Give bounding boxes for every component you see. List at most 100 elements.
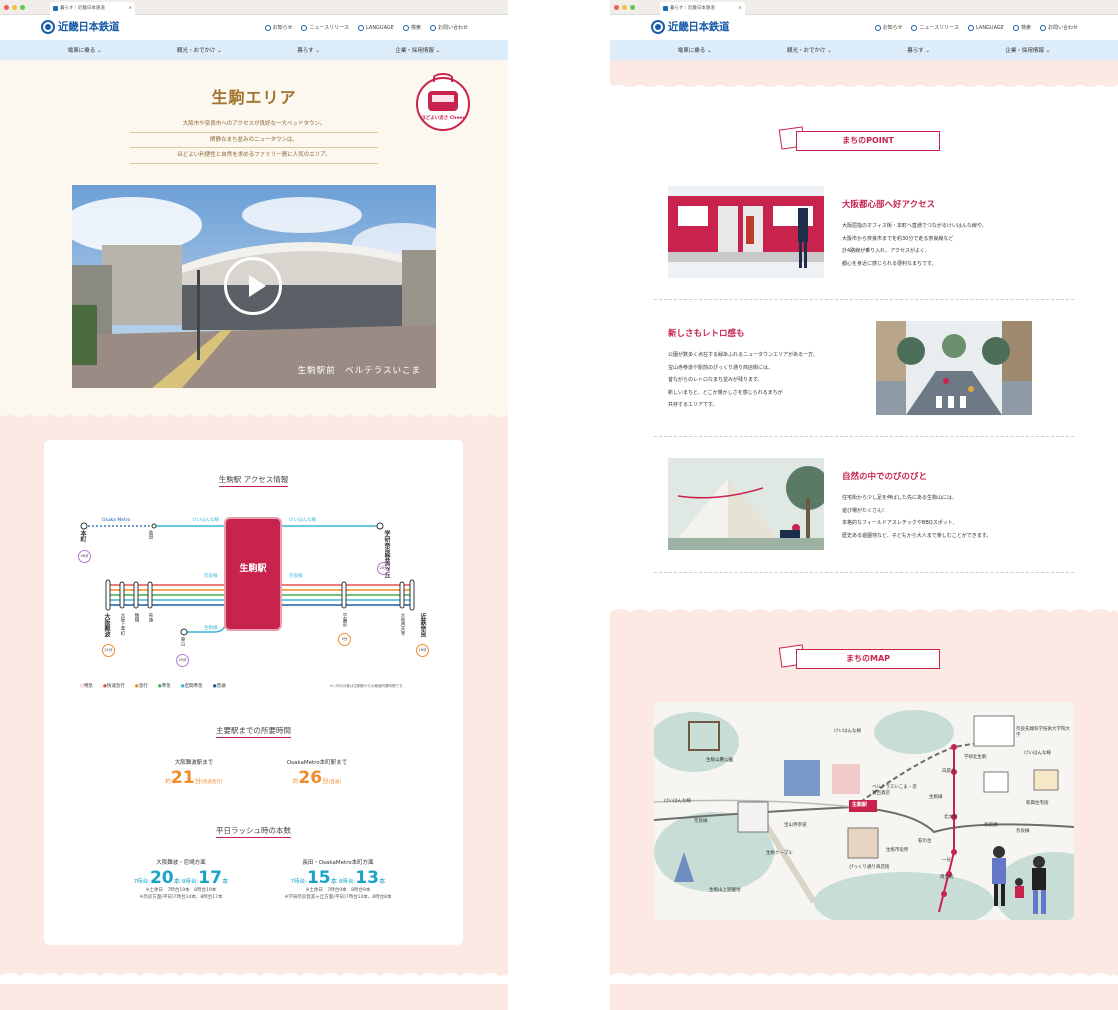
scallop-divider	[610, 609, 1118, 620]
clock-icon	[429, 24, 436, 31]
site-logo[interactable]: 近畿日本鉄道	[651, 19, 730, 34]
ikoma-station-box	[224, 517, 282, 631]
point-text: 公園が数多く点在する緑あふれるニュータウンエリアがある一方、 宝山寺参道や駅前のぴ…	[668, 352, 819, 408]
utility-nav: お知らせ ニュースリリース LANGUAGE 検索 お問い合わせ	[874, 24, 1078, 31]
site-header: 近畿日本鉄道 お知らせ ニュースリリース LANGUAGE 検索 お問い合わせ	[0, 15, 508, 40]
rush-honmachi: 長田・OsakaMetro本町方面 7時台:15本 8時台:13本 ※土休日 7…	[284, 860, 392, 900]
browser-chrome: 暮らす｜近畿日本鉄道 ×	[610, 0, 1118, 15]
gnav-ride[interactable]: 電車に乗る ⌄	[678, 46, 712, 54]
point-title: 大阪都心部へ好アクセス	[842, 200, 936, 210]
map-label: けいはんな線	[664, 799, 691, 804]
map-label: 学研北生駒	[964, 755, 987, 760]
hero-lead: 大阪市や奈良市へのアクセスが良好な一大ベッドタウン。 閑静なまち並みのニュータウ…	[130, 117, 378, 164]
map-label: ぴっくり通り商店街	[849, 865, 890, 870]
util-news[interactable]: お知らせ	[874, 24, 902, 31]
util-contact[interactable]: お問い合わせ	[429, 24, 468, 31]
map-label: けいはんな線	[1024, 751, 1051, 756]
util-release[interactable]: ニュースリリース	[301, 24, 349, 31]
travel-title: 主要駅までの所要時間	[44, 725, 463, 738]
access-title: 生駒駅 アクセス情報	[44, 474, 463, 487]
time-circle: 26分	[78, 550, 91, 563]
station-label: 大和西大寺	[400, 613, 405, 636]
ribbon-icon	[433, 73, 453, 82]
play-button[interactable]	[224, 257, 282, 315]
util-contact[interactable]: お問い合わせ	[1039, 24, 1078, 31]
station-label: 鶴橋	[134, 613, 139, 622]
point-title: 新しさもレトロ感も	[668, 329, 745, 339]
rush-namba: 大阪難波・尼崎方面 7時台:20本 8時台:17本 ※土休日 7時台19本 8時…	[133, 860, 229, 900]
browser-tab[interactable]: 暮らす｜近畿日本鉄道 ×	[50, 2, 135, 15]
bell-icon	[264, 24, 271, 31]
point-text: 大阪屈指のオフィス街・本町へ直通でつながるけいはんな線や、 大阪市から奈良市までを…	[842, 223, 987, 267]
map-label: 新興住宅街	[1026, 801, 1049, 806]
globe-icon	[358, 24, 364, 31]
util-news[interactable]: お知らせ	[264, 24, 292, 31]
scallop-divider	[610, 973, 1118, 984]
line-label: けいはんな線	[192, 518, 219, 523]
divider	[654, 299, 1074, 300]
search-icon	[1012, 24, 1019, 31]
util-release[interactable]: ニュースリリース	[911, 24, 959, 31]
divider	[654, 572, 1074, 573]
util-search[interactable]: 検索	[402, 24, 421, 31]
camping-illustration	[668, 458, 824, 550]
time-circle: 5分	[338, 633, 351, 646]
line-label: Osaka Metro	[102, 518, 131, 523]
line-label: 奈良線	[204, 574, 218, 579]
station-label: 学園前	[342, 613, 347, 627]
lead-line: ほどよい利便性と自然を求めるファミリー層に人気のエリア。	[130, 148, 378, 164]
window-controls[interactable]	[4, 5, 25, 10]
browser-chrome: 暮らす｜近畿日本鉄道 ×	[0, 0, 508, 15]
station-label: 大阪難波	[103, 613, 110, 637]
global-nav: 電車に乗る ⌄ 観光・おでかけ ⌄ 暮らす ⌄ 企業・採用情報 ⌄	[0, 40, 508, 60]
video-player[interactable]: 生駒駅前 ベルテラスいこま	[72, 185, 436, 388]
close-icon[interactable]: ×	[738, 2, 742, 15]
map-heading: まちのMAP	[778, 644, 944, 670]
util-search[interactable]: 検索	[1012, 24, 1031, 31]
bell-icon	[874, 24, 881, 31]
close-icon[interactable]: ×	[128, 2, 132, 15]
gnav-living[interactable]: 暮らす ⌄	[297, 46, 320, 54]
map-label: 奈良先端科学技術大学院大学	[1016, 727, 1070, 738]
window-controls[interactable]	[614, 5, 635, 10]
map-label: 生駒市役所	[886, 848, 909, 853]
route-map	[80, 517, 415, 636]
gnav-travel[interactable]: 観光・おでかけ ⌄	[787, 46, 832, 54]
map-label: 生駒線	[929, 795, 943, 800]
gnav-travel[interactable]: 観光・おでかけ ⌄	[177, 46, 222, 54]
util-language[interactable]: LANGUAGE	[358, 24, 394, 31]
station-label: 大阪上本町	[120, 613, 125, 636]
lead-line: 大阪市や奈良市へのアクセスが良好な一大ベッドタウン。	[130, 117, 378, 133]
kintetsu-logo-icon	[41, 19, 55, 34]
document-icon	[301, 24, 308, 31]
train-illustration	[668, 186, 824, 278]
video-caption: 生駒駅前 ベルテラスいこま	[297, 366, 421, 376]
map-label: 奈良線	[694, 819, 708, 824]
util-language[interactable]: LANGUAGE	[968, 24, 1004, 31]
map-label: 南生駒	[940, 875, 954, 880]
station-label: 近鉄奈良	[419, 613, 426, 637]
utility-nav: お知らせ ニュースリリース LANGUAGE 検索 お問い合わせ	[264, 24, 468, 31]
logo-text: 近畿日本鉄道	[58, 21, 120, 33]
line-label: 奈良線	[289, 574, 303, 579]
gnav-ride[interactable]: 電車に乗る ⌄	[68, 46, 102, 54]
line-label: けいはんな線	[289, 518, 316, 523]
point-title: 自然の中でのびのびと	[842, 472, 928, 482]
train-icon	[428, 91, 458, 111]
map-label: 生駒山上遊園地	[709, 888, 741, 893]
map-label: 宝山寺参道	[784, 823, 807, 828]
site-logo[interactable]: 近畿日本鉄道	[41, 19, 120, 34]
town-map[interactable]: 生駒駅 生駒山麓公園 けいはんな線 けいはんな線 けいはんな線 奈良先端科学技術…	[654, 702, 1074, 920]
gnav-corporate[interactable]: 企業・採用情報 ⌄	[1005, 46, 1050, 54]
divider	[654, 436, 1074, 437]
map-label-station[interactable]: 生駒駅	[852, 801, 867, 808]
line-label: 生駒線	[204, 626, 218, 631]
browser-tab[interactable]: 暮らす｜近畿日本鉄道 ×	[660, 2, 745, 15]
point-text: 住宅街から少し足を伸ばした先にある生駒山には、 遊び場がたくさん! 本格的なフィール…	[842, 495, 992, 539]
favicon-icon	[53, 6, 58, 11]
gnav-corporate[interactable]: 企業・採用情報 ⌄	[395, 46, 440, 54]
kintetsu-logo-icon	[651, 19, 665, 34]
map-label: ベルテラスいこま・近鉄百貨店	[872, 785, 917, 796]
station-label: 長田	[148, 530, 153, 539]
gnav-living[interactable]: 暮らす ⌄	[907, 46, 930, 54]
